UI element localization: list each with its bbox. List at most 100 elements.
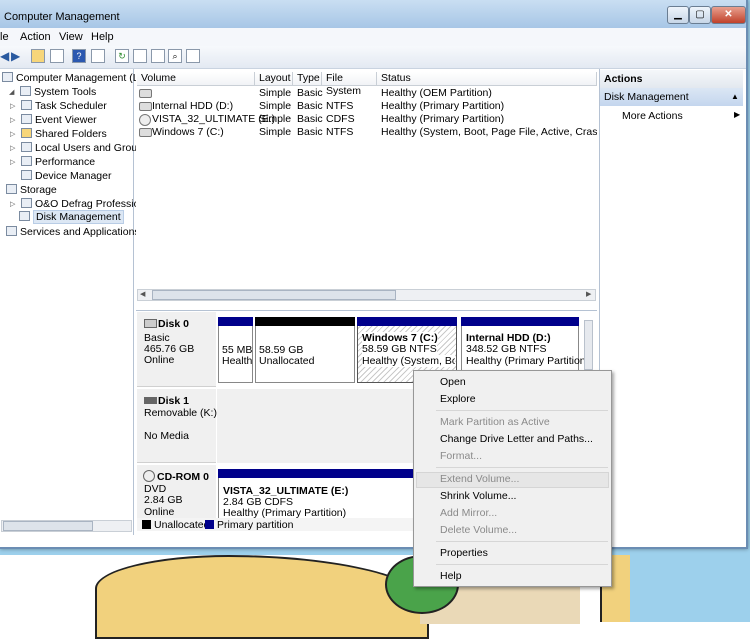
actions-pane: [599, 69, 745, 535]
tree-item-shared-folders[interactable]: Shared Folders: [21, 128, 107, 140]
tree-item-storage[interactable]: Storage: [6, 184, 57, 196]
partition-status: Healthy (Primary Partition): [466, 355, 590, 367]
collapse-icon[interactable]: ▲: [731, 88, 739, 106]
refresh-icon[interactable]: ↻: [115, 49, 129, 63]
menu-action[interactable]: Action: [20, 31, 51, 43]
connect-icon[interactable]: [133, 49, 147, 63]
menu-item-extend-volume[interactable]: Extend Volume...: [440, 473, 519, 485]
tree-item-task-scheduler[interactable]: Task Scheduler: [21, 100, 107, 112]
menu-item-mark-active[interactable]: Mark Partition as Active: [440, 416, 550, 428]
menu-item-help[interactable]: Help: [440, 570, 462, 582]
disk-0-state: Online: [144, 354, 175, 366]
tree-item-device-manager[interactable]: Device Manager: [21, 170, 111, 182]
tree-item-performance[interactable]: Performance: [21, 156, 95, 168]
column-header-type[interactable]: Type: [293, 72, 322, 86]
tools-icon: [20, 86, 31, 96]
tree-scrollbar-thumb[interactable]: [3, 521, 93, 531]
chevron-right-icon[interactable]: ▷: [10, 158, 15, 166]
wallpaper-sky: [630, 555, 750, 622]
drive-icon: [139, 89, 152, 98]
menu-separator: [436, 564, 608, 565]
primary-partition-bar: [218, 469, 414, 478]
chevron-right-icon[interactable]: ▷: [10, 130, 15, 138]
menu-item-add-mirror[interactable]: Add Mirror...: [440, 507, 497, 519]
tree-item-event-viewer[interactable]: Event Viewer: [21, 114, 97, 126]
forward-arrow-icon[interactable]: ▶: [11, 49, 20, 63]
table-row[interactable]: Windows 7 (C:) Simple Basic NTFS Healthy…: [137, 126, 597, 139]
menu-item-delete-volume[interactable]: Delete Volume...: [440, 524, 517, 536]
chevron-right-icon[interactable]: ▷: [10, 116, 15, 124]
back-arrow-icon[interactable]: ◀: [0, 49, 9, 63]
menu-item-properties[interactable]: Properties: [440, 547, 488, 559]
toolbar: [0, 46, 746, 69]
chevron-right-icon[interactable]: ▷: [10, 200, 15, 208]
close-button[interactable]: ✕: [711, 6, 746, 24]
disk-1-type: Removable (K:): [144, 407, 217, 419]
chevron-right-icon[interactable]: ▷: [10, 144, 15, 152]
partition-status: Unallocated: [259, 355, 315, 367]
scroll-left-icon[interactable]: ◀: [140, 290, 145, 298]
table-row[interactable]: Simple Basic Healthy (OEM Partition): [137, 87, 597, 100]
disk-map-scrollbar[interactable]: [584, 320, 593, 370]
settings-icon[interactable]: [186, 49, 200, 63]
chevron-right-icon[interactable]: ▶: [734, 110, 740, 119]
menu-item-explore[interactable]: Explore: [440, 393, 476, 405]
cd-icon: [143, 470, 155, 482]
show-hide-action-pane-icon[interactable]: [91, 49, 105, 63]
performance-icon: [21, 156, 32, 166]
tree-item-oo-defrag[interactable]: O&O Defrag Profession: [21, 198, 145, 210]
defrag-icon: [21, 198, 32, 208]
menu-help[interactable]: Help: [91, 31, 114, 43]
services-icon: [6, 226, 17, 236]
partition-size: 348.52 GB NTFS: [466, 343, 547, 355]
more-actions-link[interactable]: More Actions: [622, 110, 683, 122]
partition-status: Healthy: [222, 355, 252, 367]
help-icon[interactable]: ?: [72, 49, 86, 63]
maximize-button[interactable]: ▢: [689, 6, 711, 24]
menu-separator: [436, 410, 608, 411]
up-folder-icon[interactable]: [31, 49, 45, 63]
folder-icon: [21, 128, 32, 138]
legend-primary-label: Primary partition: [217, 519, 294, 531]
search-icon[interactable]: ⌕: [168, 49, 182, 63]
table-row[interactable]: VISTA_32_ULTIMATE (E:) Simple Basic CDFS…: [137, 113, 597, 126]
tree-item-system-tools[interactable]: System Tools: [8, 86, 96, 98]
legend-unallocated-swatch: [142, 520, 151, 529]
menu-item-format[interactable]: Format...: [440, 450, 482, 462]
drive-icon: [139, 102, 152, 111]
tree-item-services-applications[interactable]: Services and Applications: [6, 226, 140, 238]
tree-item-computer-management[interactable]: Computer Management (Local: [2, 72, 158, 84]
cdrom-0-state: Online: [144, 506, 175, 518]
menu-item-open[interactable]: Open: [440, 376, 466, 388]
table-row[interactable]: Internal HDD (D:) Simple Basic NTFS Heal…: [137, 100, 597, 113]
clock-icon: [21, 100, 32, 110]
column-header-layout[interactable]: Layout: [255, 72, 293, 86]
minimize-button[interactable]: ▁: [667, 6, 689, 24]
list-scrollbar-thumb[interactable]: [152, 290, 396, 300]
partition-status: Healthy (System, Boot: [362, 355, 455, 367]
window-title: Computer Management: [4, 11, 120, 23]
disk-0-name: Disk 0: [158, 318, 189, 330]
tree-item-disk-management[interactable]: Disk Management: [19, 210, 124, 224]
column-header-volume[interactable]: Volume: [137, 72, 255, 86]
properties-icon[interactable]: [151, 49, 165, 63]
legend-unallocated-label: Unallocated: [154, 519, 210, 531]
column-header-file-system[interactable]: File System: [322, 72, 377, 97]
actions-header: Actions: [600, 70, 743, 88]
actions-section-disk-management[interactable]: Disk Management ▲: [600, 88, 743, 106]
show-hide-tree-icon[interactable]: [50, 49, 64, 63]
menu-item-shrink-volume[interactable]: Shrink Volume...: [440, 490, 516, 502]
menu-view[interactable]: View: [59, 31, 83, 43]
column-header-status[interactable]: Status: [377, 72, 597, 86]
chevron-right-icon[interactable]: ▷: [10, 102, 15, 110]
primary-partition-bar: [218, 317, 253, 326]
unallocated-bar: [255, 317, 355, 326]
menu-file[interactable]: le: [0, 31, 9, 43]
primary-partition-bar: [357, 317, 457, 326]
legend-primary-swatch: [205, 520, 214, 529]
scroll-right-icon[interactable]: ▶: [586, 290, 591, 298]
menu-item-change-drive-letter[interactable]: Change Drive Letter and Paths...: [440, 433, 593, 445]
primary-partition-bar: [461, 317, 579, 326]
removable-disk-icon: [144, 397, 157, 404]
tree-item-local-users[interactable]: Local Users and Groups: [21, 142, 148, 154]
